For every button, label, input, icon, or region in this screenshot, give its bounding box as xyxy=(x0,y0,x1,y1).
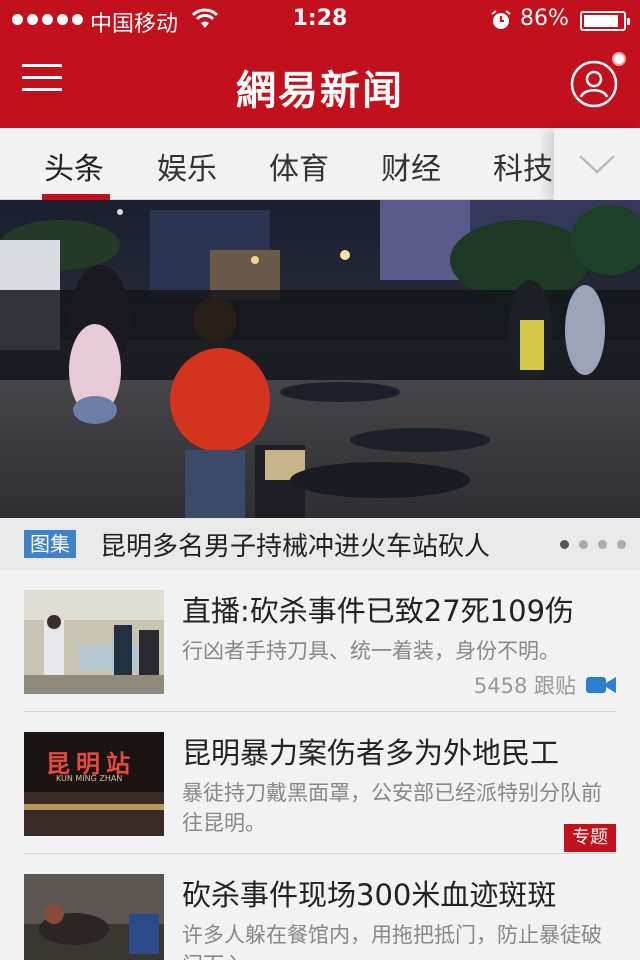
news-item[interactable]: 砍杀事件现场300米血迹斑斑 许多人躲在餐馆内，用拖把抵门，防止暴徒破门而入。 xyxy=(0,854,640,960)
news-summary: 许多人躲在餐馆内，用拖把抵门，防止暴徒破门而入。 xyxy=(182,923,602,960)
battery-percent: 86% xyxy=(520,6,569,31)
tab-technology[interactable]: 科技 xyxy=(493,144,553,188)
tab-headlines[interactable]: 头条 xyxy=(44,144,104,188)
user-profile-button[interactable] xyxy=(570,60,618,108)
hero-photo xyxy=(0,200,640,518)
carousel-dot xyxy=(579,540,588,549)
news-summary: 行凶者手持刀具、统一着装，身份不明。 xyxy=(182,639,560,663)
news-title: 直播:砍杀事件已致27死109伤 xyxy=(182,594,575,628)
hospital-photo xyxy=(24,590,164,694)
news-thumbnail xyxy=(24,874,164,960)
tab-entertainment[interactable]: 娱乐 xyxy=(157,144,217,188)
news-title: 砍杀事件现场300米血迹斑斑 xyxy=(182,878,557,912)
more-tabs-button[interactable] xyxy=(554,128,640,200)
hero-caption[interactable]: 图集 昆明多名男子持械冲进火车站砍人 xyxy=(0,518,640,570)
video-camera-icon xyxy=(586,677,616,693)
hero-title: 昆明多名男子持械冲进火车站砍人 xyxy=(100,532,491,562)
hero-image[interactable] xyxy=(0,200,640,518)
comment-count: 5458 跟贴 xyxy=(473,674,576,698)
battery-icon xyxy=(580,11,630,31)
notification-dot xyxy=(612,52,626,66)
category-tabs: 头条 娱乐 体育 财经 科技 xyxy=(0,128,640,200)
news-summary: 暴徒持刀戴黑面罩，公安部已经派特别分队前往昆明。 xyxy=(182,781,602,835)
tab-finance[interactable]: 财经 xyxy=(381,144,441,188)
special-topic-tag: 专题 xyxy=(564,824,616,852)
news-item[interactable]: 直播:砍杀事件已致27死109伤 行凶者手持刀具、统一着装，身份不明。 5458… xyxy=(0,570,640,712)
news-thumbnail xyxy=(24,590,164,694)
carousel-dot xyxy=(598,540,607,549)
app-title: 網易新闻 xyxy=(236,67,404,114)
alarm-clock-icon xyxy=(491,10,511,29)
news-thumbnail: 昆明站 KUN MING ZHAN xyxy=(24,732,164,836)
carousel-dot xyxy=(617,540,626,549)
status-bar: 中国移动 1:28 86% xyxy=(0,0,640,40)
news-item[interactable]: 昆明站 KUN MING ZHAN 昆明暴力案伤者多为外地民工 暴徒持刀戴黑面罩… xyxy=(0,712,640,854)
tab-sports[interactable]: 体育 xyxy=(269,144,329,188)
news-title: 昆明暴力案伤者多为外地民工 xyxy=(182,736,560,770)
chevron-down-icon xyxy=(579,155,615,174)
scene-photo xyxy=(24,874,164,960)
carousel-page-indicator xyxy=(560,540,626,549)
carousel-dot xyxy=(560,540,569,549)
gallery-badge: 图集 xyxy=(24,530,76,558)
news-meta: 5458 跟贴 xyxy=(474,670,616,700)
station-sign-pinyin: KUN MING ZHAN xyxy=(56,774,123,783)
